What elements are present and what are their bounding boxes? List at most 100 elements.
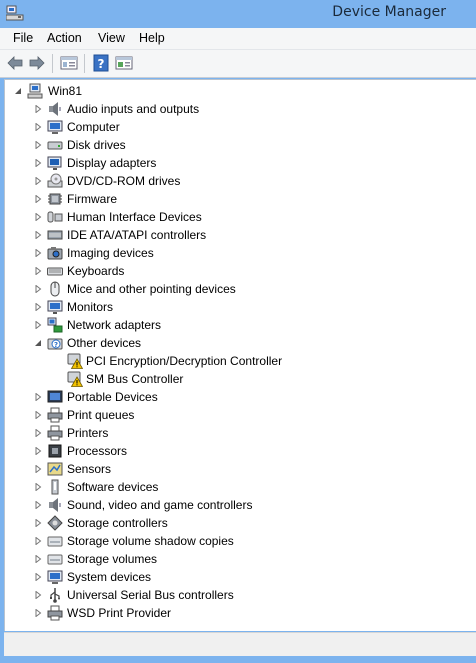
category-label: Storage volumes: [67, 552, 158, 566]
software-icon: [51, 479, 59, 495]
category-label: Sensors: [67, 462, 112, 476]
menu-help[interactable]: Help: [139, 31, 165, 45]
category-label: Mice and other pointing devices: [67, 282, 236, 296]
tree-category[interactable]: Portable Devices: [5, 388, 473, 406]
category-label: Disk drives: [67, 138, 126, 152]
collapsed-arrow-icon[interactable]: [34, 249, 42, 257]
collapsed-arrow-icon[interactable]: [34, 573, 42, 581]
collapsed-arrow-icon[interactable]: [34, 483, 42, 491]
collapsed-arrow-icon[interactable]: [34, 123, 42, 131]
tree-category[interactable]: System devices: [5, 568, 473, 586]
tree-category[interactable]: Storage volume shadow copies: [5, 532, 473, 550]
tree-category[interactable]: Universal Serial Bus controllers: [5, 586, 473, 604]
tree-category[interactable]: Sensors: [5, 460, 473, 478]
collapsed-arrow-icon[interactable]: [34, 609, 42, 617]
menu-action[interactable]: Action: [47, 31, 82, 45]
collapsed-arrow-icon[interactable]: [34, 195, 42, 203]
unknown-device-icon: ?: [47, 338, 63, 350]
printer-icon: [47, 605, 63, 621]
tree-category[interactable]: Disk drives: [5, 136, 473, 154]
device-label: SM Bus Controller: [86, 372, 184, 386]
collapsed-arrow-icon[interactable]: [34, 321, 42, 329]
collapsed-arrow-icon[interactable]: [34, 501, 42, 509]
window-frame-bottom: [0, 656, 476, 663]
storage-controller-icon: [47, 515, 63, 531]
view-icon[interactable]: [115, 54, 133, 72]
back-arrow-icon[interactable]: [6, 54, 24, 72]
tree-category[interactable]: Keyboards: [5, 262, 473, 280]
collapsed-arrow-icon[interactable]: [34, 213, 42, 221]
computer-icon: [47, 120, 63, 134]
tree-category[interactable]: Human Interface Devices: [5, 208, 473, 226]
camera-icon: [47, 247, 63, 260]
menu-bar: File Action View Help: [0, 28, 476, 50]
category-label: Sound, video and game controllers: [67, 498, 253, 512]
hid-icon: [47, 211, 63, 223]
tree-root[interactable]: Win81: [5, 82, 473, 100]
properties-icon[interactable]: [60, 54, 78, 72]
svg-text:?: ?: [54, 341, 58, 349]
tree-device[interactable]: PCI Encryption/Decryption Controller: [5, 352, 473, 370]
tree-category[interactable]: Sound, video and game controllers: [5, 496, 473, 514]
tree-category[interactable]: Storage controllers: [5, 514, 473, 532]
collapsed-arrow-icon[interactable]: [34, 447, 42, 455]
tree-category[interactable]: Audio inputs and outputs: [5, 100, 473, 118]
collapsed-arrow-icon[interactable]: [34, 303, 42, 311]
mouse-icon: [50, 281, 60, 297]
tree-category[interactable]: Display adapters: [5, 154, 473, 172]
collapsed-arrow-icon[interactable]: [34, 105, 42, 113]
keyboard-icon: [47, 267, 63, 276]
tree-category[interactable]: Computer: [5, 118, 473, 136]
tree-category[interactable]: ? Other devices: [5, 334, 473, 352]
collapsed-arrow-icon[interactable]: [34, 159, 42, 167]
computer-network-icon: [27, 83, 43, 99]
collapsed-arrow-icon[interactable]: [34, 393, 42, 401]
help-icon[interactable]: ?: [92, 54, 110, 72]
collapsed-arrow-icon[interactable]: [34, 555, 42, 563]
tree-category[interactable]: Software devices: [5, 478, 473, 496]
tree-category[interactable]: Print queues: [5, 406, 473, 424]
toolbar: ?: [0, 50, 476, 78]
menu-file[interactable]: File: [13, 31, 33, 45]
menu-view[interactable]: View: [98, 31, 125, 45]
collapsed-arrow-icon[interactable]: [34, 285, 42, 293]
collapsed-arrow-icon[interactable]: [34, 465, 42, 473]
tree-device[interactable]: SM Bus Controller: [5, 370, 473, 388]
window-title: Device Manager: [332, 4, 446, 20]
tree-category[interactable]: DVD/CD-ROM drives: [5, 172, 473, 190]
collapsed-arrow-icon[interactable]: [34, 429, 42, 437]
tree-category[interactable]: IDE ATA/ATAPI controllers: [5, 226, 473, 244]
tree-category[interactable]: Monitors: [5, 298, 473, 316]
tree-category[interactable]: Imaging devices: [5, 244, 473, 262]
disk-icon: [47, 141, 63, 150]
category-label: Keyboards: [67, 264, 125, 278]
expanded-arrow-icon[interactable]: [34, 339, 42, 347]
category-label: Audio inputs and outputs: [67, 102, 200, 116]
category-label: Software devices: [67, 480, 159, 494]
category-label: DVD/CD-ROM drives: [67, 174, 181, 188]
collapsed-arrow-icon[interactable]: [34, 411, 42, 419]
forward-arrow-icon[interactable]: [28, 54, 46, 72]
collapsed-arrow-icon[interactable]: [34, 141, 42, 149]
tree-category[interactable]: Storage volumes: [5, 550, 473, 568]
tree-category[interactable]: WSD Print Provider: [5, 604, 473, 622]
tree-category[interactable]: Mice and other pointing devices: [5, 280, 473, 298]
collapsed-arrow-icon[interactable]: [34, 231, 42, 239]
collapsed-arrow-icon[interactable]: [34, 519, 42, 527]
collapsed-arrow-icon[interactable]: [34, 591, 42, 599]
speaker-icon: [49, 498, 61, 512]
status-bar: [4, 632, 476, 657]
title-bar: Device Manager: [0, 0, 476, 28]
tree-category[interactable]: Printers: [5, 424, 473, 442]
category-label: Storage volume shadow copies: [67, 534, 234, 548]
tree-category[interactable]: Processors: [5, 442, 473, 460]
device-tree[interactable]: Win81 Audio inputs and outputs Computer Di…: [4, 79, 476, 631]
category-label: System devices: [67, 570, 152, 584]
svg-text:?: ?: [98, 57, 105, 71]
collapsed-arrow-icon[interactable]: [34, 177, 42, 185]
tree-category[interactable]: Network adapters: [5, 316, 473, 334]
tree-category[interactable]: Firmware: [5, 190, 473, 208]
collapsed-arrow-icon[interactable]: [34, 537, 42, 545]
collapsed-arrow-icon[interactable]: [34, 267, 42, 275]
expanded-arrow-icon[interactable]: [14, 87, 22, 95]
